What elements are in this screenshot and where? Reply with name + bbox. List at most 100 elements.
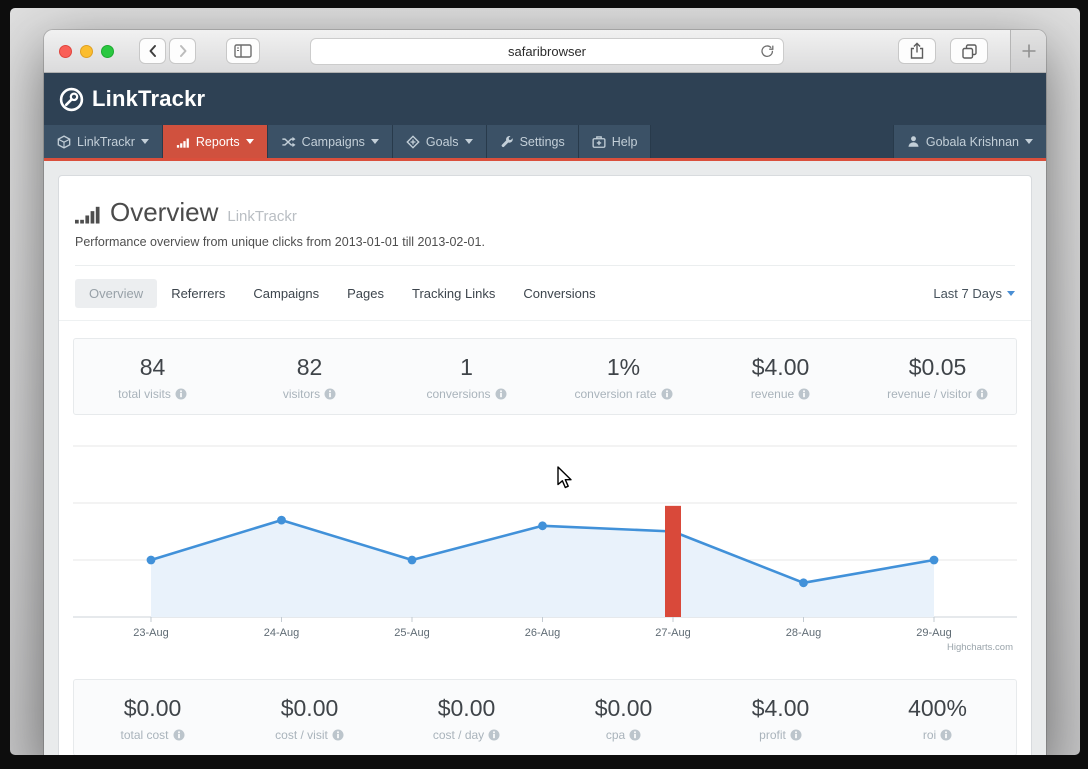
page-subtitle: Performance overview from unique clicks …: [75, 235, 485, 249]
stat-label: profit: [759, 728, 786, 742]
nav-item-label: Reports: [195, 134, 240, 149]
plus-icon: [1020, 42, 1038, 60]
tab-pages[interactable]: Pages: [333, 279, 398, 308]
svg-text:25-Aug: 25-Aug: [394, 627, 429, 639]
tab-campaigns[interactable]: Campaigns: [239, 279, 333, 308]
sidebar-toggle-button[interactable]: [226, 38, 260, 64]
title-block: Overview LinkTrackr Performance overview…: [59, 176, 1031, 266]
shuffle-icon: [281, 135, 296, 149]
reload-icon[interactable]: [759, 44, 776, 61]
nav-item-label: LinkTrackr: [77, 134, 135, 149]
tab-tracking-links[interactable]: Tracking Links: [398, 279, 509, 308]
date-range-label: Last 7 Days: [933, 286, 1002, 301]
chevron-down-icon: [1007, 291, 1015, 296]
chevron-down-icon: [370, 139, 379, 144]
nav-item-linktrackr[interactable]: LinkTrackr: [44, 125, 163, 158]
address-bar[interactable]: safaribrowser: [310, 38, 784, 65]
user-name: Gobala Krishnan: [925, 134, 1019, 149]
svg-text:27-Aug: 27-Aug: [655, 627, 690, 639]
stat-total-visits: 84 total visits: [74, 354, 231, 401]
medkit-icon: [592, 135, 606, 149]
forward-button[interactable]: [169, 38, 196, 64]
stat-value: 1: [460, 354, 473, 380]
close-button[interactable]: [59, 44, 72, 58]
chevron-down-icon: [140, 139, 149, 144]
overview-card: Overview LinkTrackr Performance overview…: [58, 175, 1032, 761]
nav-item-help[interactable]: Help: [578, 125, 652, 158]
info-icon[interactable]: [629, 729, 641, 741]
nav-item-label: Help: [611, 134, 638, 149]
stat-roi: 400% roi: [859, 695, 1016, 742]
info-icon[interactable]: [173, 729, 185, 741]
wrench-icon: [500, 135, 514, 149]
stat-value: $0.00: [123, 695, 182, 721]
stat-revenue-per-visitor: $0.05 revenue / visitor: [859, 354, 1016, 401]
stat-label: revenue: [750, 387, 795, 401]
svg-text:28-Aug: 28-Aug: [786, 627, 821, 639]
share-icon: [909, 42, 925, 60]
stat-label: revenue / visitor: [887, 387, 972, 401]
browser-titlebar: safaribrowser: [44, 30, 1046, 73]
info-icon[interactable]: [798, 388, 810, 400]
tab-overview[interactable]: Overview: [75, 279, 158, 308]
minimize-button[interactable]: [80, 44, 93, 58]
info-icon[interactable]: [332, 729, 344, 741]
forward-icon: [175, 43, 191, 59]
stat-total-cost: $0.00 total cost: [74, 695, 231, 742]
stat-label: total cost: [120, 728, 169, 742]
stat-value: $0.00: [280, 695, 339, 721]
nav-item-settings[interactable]: Settings: [486, 125, 579, 158]
browser-window: safaribrowser LinkTrackr LinkTrackr Repo…: [44, 30, 1046, 761]
sidebar-icon: [234, 44, 252, 58]
share-button[interactable]: [898, 38, 936, 64]
stat-label: visitors: [282, 387, 321, 401]
page-title-brand: LinkTrackr: [227, 208, 297, 225]
stat-cpa: $0.00 cpa: [545, 695, 702, 742]
page-content: Overview LinkTrackr Performance overview…: [44, 161, 1046, 761]
nav-item-goals[interactable]: Goals: [392, 125, 487, 158]
stat-value: $0.05: [908, 354, 967, 380]
cube-icon: [57, 134, 71, 149]
info-icon[interactable]: [940, 729, 952, 741]
report-bars-icon: [75, 201, 101, 225]
chevron-down-icon: [464, 139, 473, 144]
user-menu[interactable]: Gobala Krishnan: [892, 125, 1046, 158]
main-nav: LinkTrackr Reports Campaigns Goals Setti…: [44, 125, 1046, 158]
visits-chart[interactable]: 23-Aug 24-Aug 25-Aug 26-Aug 27-Aug 28-Aug 29-A…: [73, 427, 1017, 662]
info-icon[interactable]: [324, 388, 336, 400]
stat-label: roi: [922, 728, 937, 742]
zoom-button[interactable]: [101, 44, 114, 58]
tab-referrers[interactable]: Referrers: [157, 279, 239, 308]
address-text: safaribrowser: [507, 44, 587, 59]
stat-conversion-rate: 1% conversion rate: [545, 354, 702, 401]
nav-item-label: Goals: [425, 134, 459, 149]
svg-text:29-Aug: 29-Aug: [916, 627, 951, 639]
stat-value: $4.00: [751, 354, 810, 380]
stat-revenue: $4.00 revenue: [702, 354, 859, 401]
site-logo-text[interactable]: LinkTrackr: [92, 86, 205, 112]
info-icon[interactable]: [790, 729, 802, 741]
info-icon[interactable]: [488, 729, 500, 741]
tab-conversions[interactable]: Conversions: [509, 279, 609, 308]
show-all-tabs-button[interactable]: [950, 38, 988, 64]
window-controls: [59, 44, 114, 58]
stat-label: cost / visit: [275, 728, 328, 742]
stat-label: cpa: [605, 728, 626, 742]
visits-chart-svg[interactable]: 23-Aug 24-Aug 25-Aug 26-Aug 27-Aug 28-Aug 29-A…: [73, 427, 1017, 662]
date-range-dropdown[interactable]: Last 7 Days: [933, 286, 1015, 301]
info-icon[interactable]: [661, 388, 673, 400]
info-icon[interactable]: [976, 388, 988, 400]
stat-value: 82: [296, 354, 323, 380]
nav-item-campaigns[interactable]: Campaigns: [267, 125, 393, 158]
svg-text:24-Aug: 24-Aug: [264, 627, 299, 639]
info-icon[interactable]: [495, 388, 507, 400]
site-header: LinkTrackr: [44, 73, 1046, 125]
stat-cost-per-day: $0.00 cost / day: [388, 695, 545, 742]
stat-label: cost / day: [432, 728, 485, 742]
nav-item-reports[interactable]: Reports: [162, 125, 268, 158]
back-button[interactable]: [139, 38, 166, 64]
svg-text:26-Aug: 26-Aug: [525, 627, 560, 639]
nav-item-label: Settings: [519, 134, 565, 149]
new-tab-button[interactable]: [1010, 30, 1046, 72]
info-icon[interactable]: [175, 388, 187, 400]
